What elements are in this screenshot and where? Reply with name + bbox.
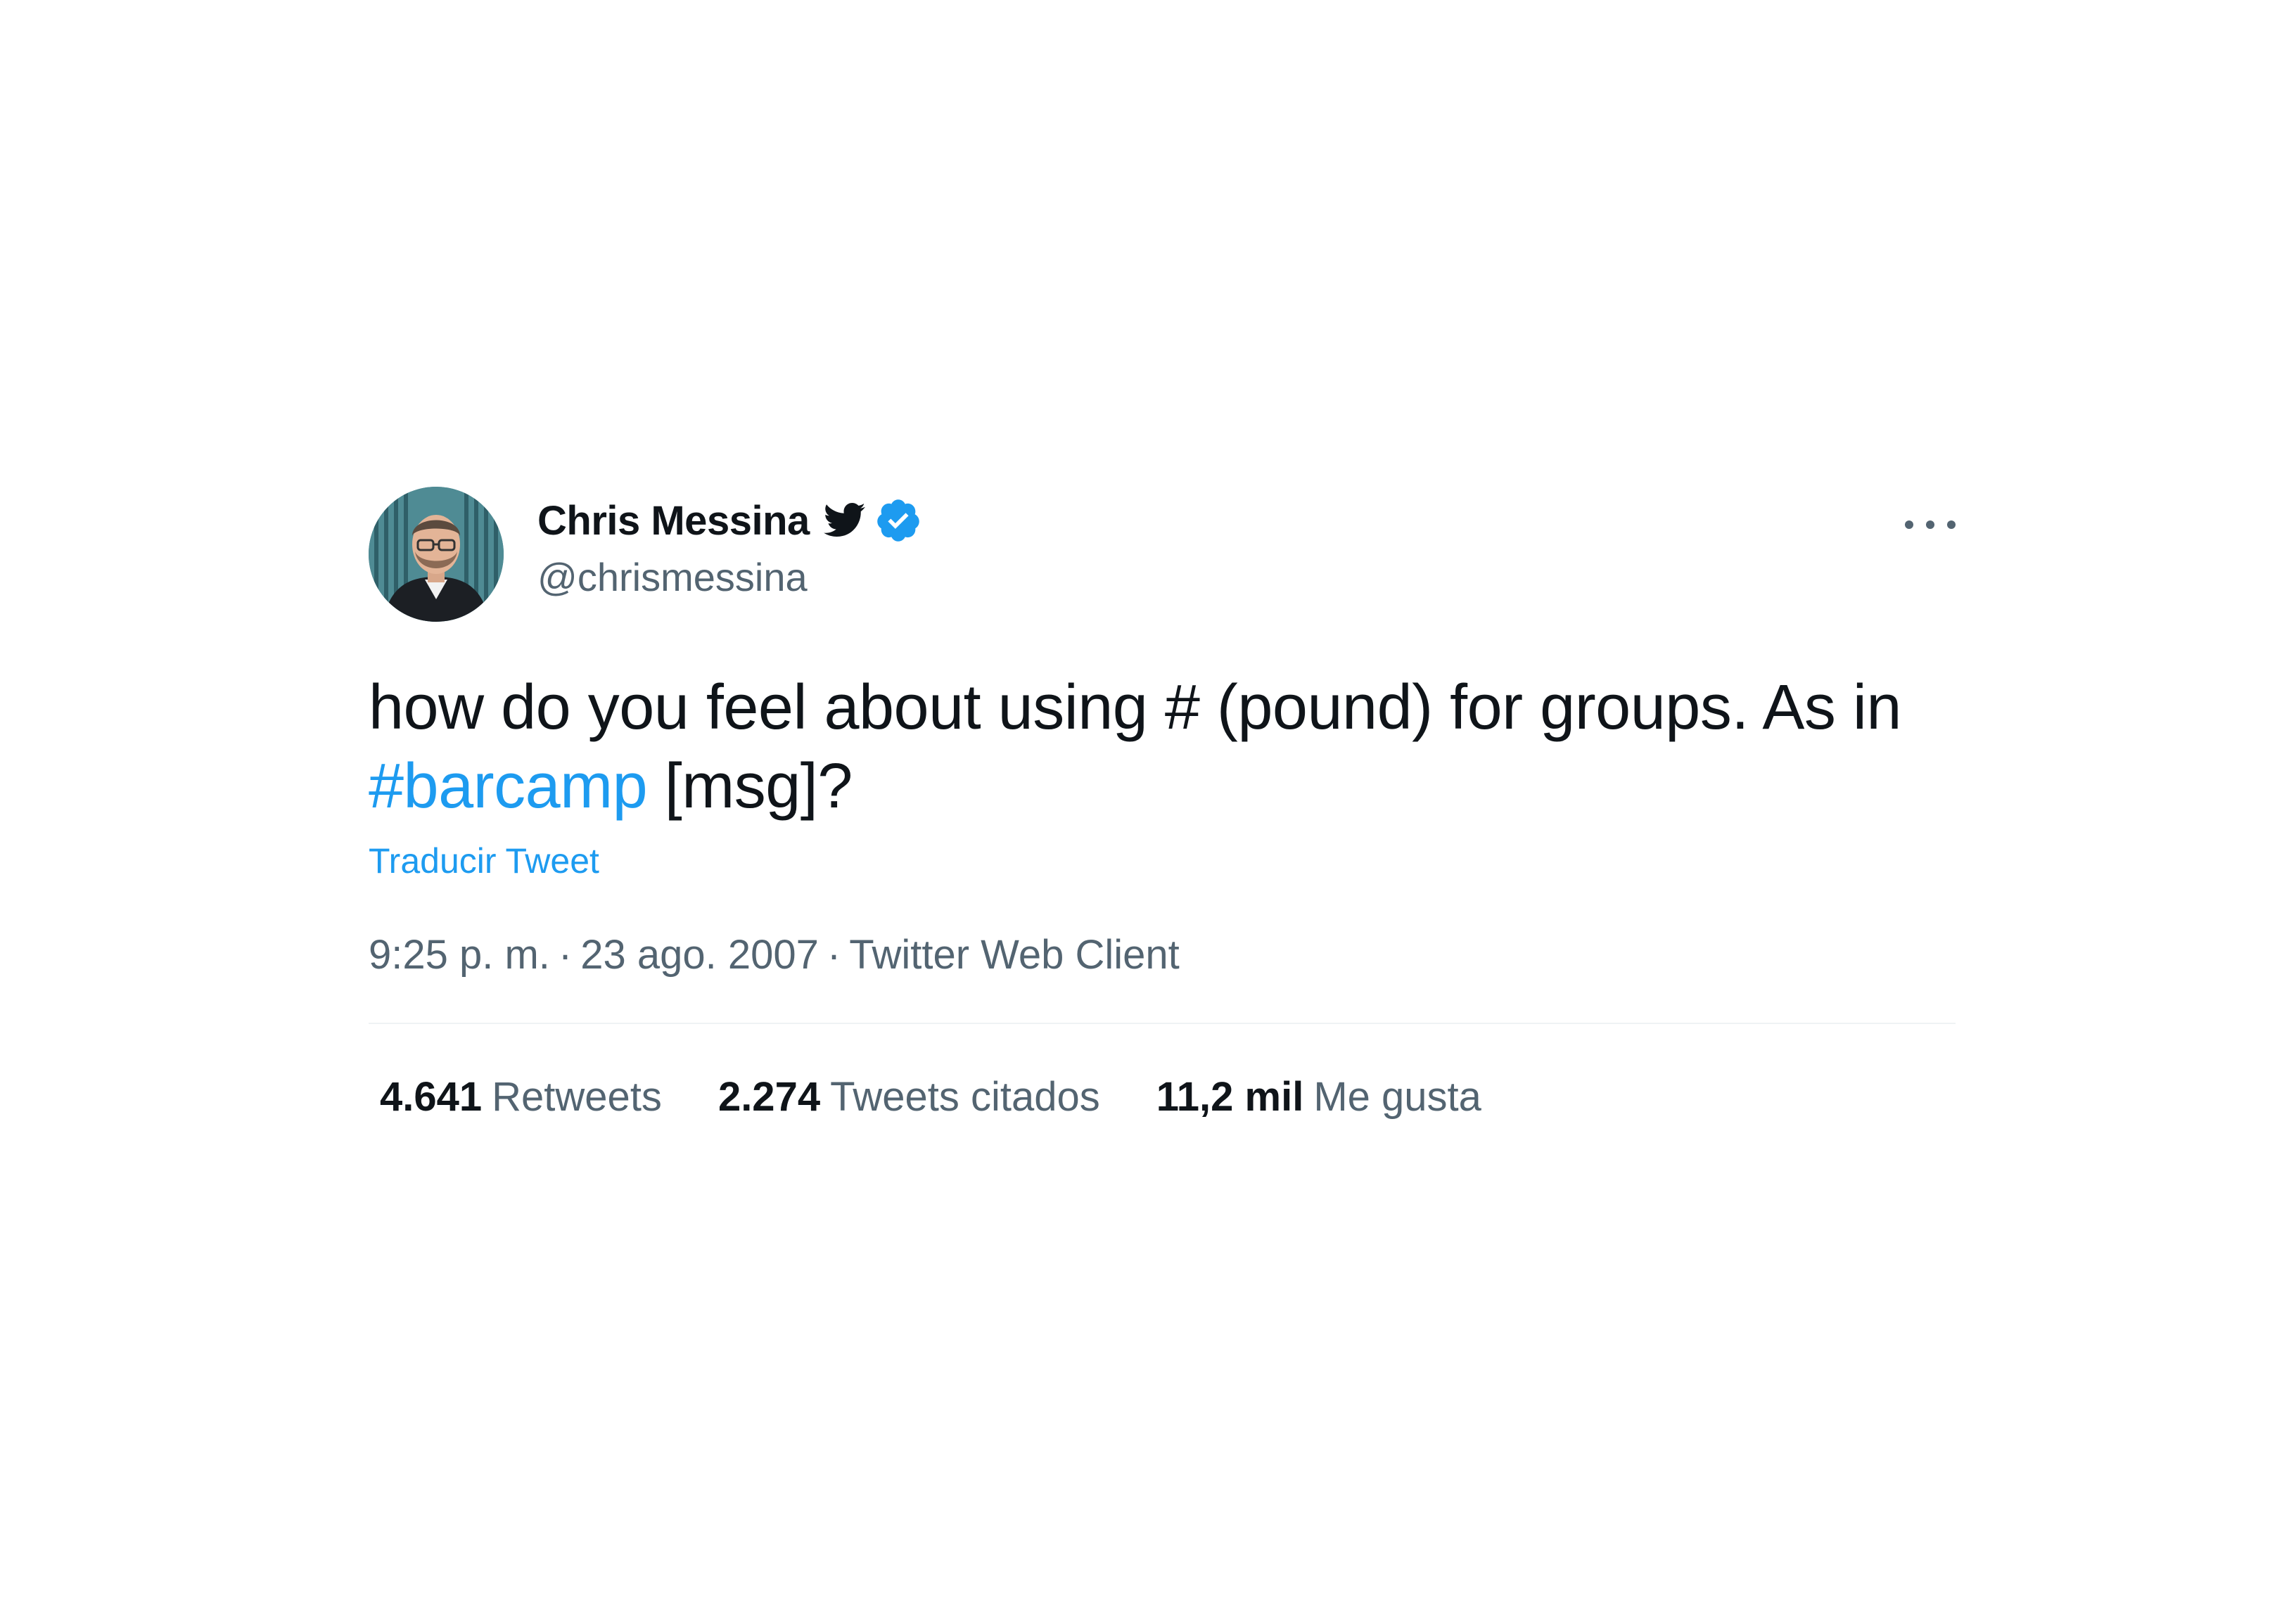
tweet-time[interactable]: 9:25 p. m.	[369, 932, 550, 978]
hashtag-link[interactable]: #barcamp	[369, 751, 648, 822]
likes-label: Me gusta	[1313, 1074, 1481, 1120]
quote-tweets-count: 2.274	[718, 1074, 821, 1120]
retweets-stat[interactable]: 4.641 Retweets	[380, 1073, 662, 1120]
divider	[369, 1023, 1956, 1024]
tweet-source[interactable]: Twitter Web Client	[849, 932, 1180, 978]
likes-stat[interactable]: 11,2 mil Me gusta	[1156, 1073, 1481, 1120]
more-dot	[1947, 520, 1956, 529]
quote-tweets-stat[interactable]: 2.274 Tweets citados	[718, 1073, 1100, 1120]
retweets-count: 4.641	[380, 1074, 483, 1120]
tweet-stats: 4.641 Retweets 2.274 Tweets citados 11,2 m…	[369, 1073, 1956, 1120]
quote-tweets-label: Tweets citados	[830, 1074, 1100, 1120]
more-dot	[1926, 520, 1934, 529]
more-dot	[1905, 520, 1913, 529]
twitter-bird-icon	[823, 502, 866, 539]
meta-separator: ·	[558, 932, 573, 978]
author-name-row: Chris Messina	[537, 497, 922, 544]
tweet-header: Chris Messina @chrismessina	[369, 487, 1956, 622]
retweets-label: Retweets	[492, 1074, 662, 1120]
tweet-text-before: how do you feel about using # (pound) fo…	[369, 672, 1901, 743]
author-handle[interactable]: @chrismessina	[537, 554, 922, 600]
avatar[interactable]	[369, 487, 504, 622]
author-display-name[interactable]: Chris Messina	[537, 497, 810, 544]
meta-separator: ·	[827, 932, 841, 978]
tweet-card: Chris Messina @chrismessina how do you f…	[369, 487, 1956, 1120]
tweet-date[interactable]: 23 ago. 2007	[580, 932, 819, 978]
tweet-meta: 9:25 p. m. · 23 ago. 2007 · Twitter Web Clie…	[369, 930, 1956, 980]
translate-tweet-link[interactable]: Traducir Tweet	[369, 838, 1956, 883]
likes-count: 11,2 mil	[1156, 1074, 1304, 1120]
avatar-image	[369, 487, 504, 622]
author-block: Chris Messina @chrismessina	[537, 497, 922, 600]
tweet-text: how do you feel about using # (pound) fo…	[369, 668, 1956, 826]
verified-badge-icon	[874, 497, 922, 544]
tweet-text-after: [msg]?	[647, 751, 853, 822]
more-horizontal-icon[interactable]	[1905, 511, 1956, 539]
